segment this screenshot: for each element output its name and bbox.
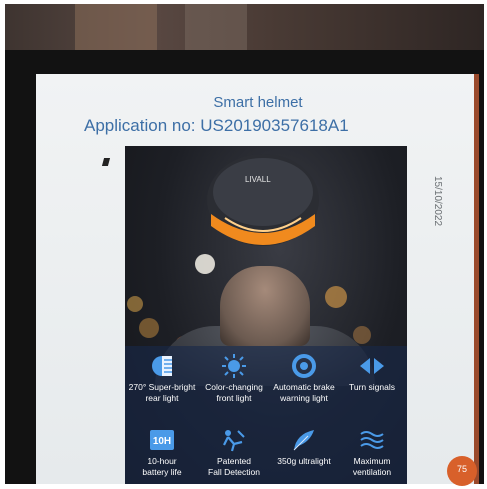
feature-panel: 270° Super-bright rear light Color-changi…: [125, 346, 407, 484]
sun-icon: [222, 354, 246, 378]
helmet-brand: LIVALL: [245, 175, 271, 184]
half-circle-light-icon: [152, 356, 172, 376]
product-image: LIVALL 270° Super-bright rear light Colo…: [125, 146, 407, 484]
10h-battery-icon: 10H: [150, 430, 174, 450]
feather-icon: [293, 430, 314, 451]
double-arrow-icon: [360, 358, 384, 374]
brake-ring-icon: [292, 354, 316, 378]
helmet-graphic: LIVALL: [207, 154, 319, 246]
page-number-badge: 75: [447, 456, 477, 486]
feature-item: Maximum ventilation: [337, 428, 407, 478]
screen-edge: [474, 74, 479, 484]
feature-item: 270° Super-bright rear light: [127, 354, 197, 404]
feature-item: Color-changing front light: [199, 354, 269, 404]
feature-item: 10H 10-hour battery life: [127, 428, 197, 478]
bokeh-light: [139, 318, 159, 338]
wall-panel: [185, 4, 247, 50]
application-number: Application no: US20190357618A1: [84, 116, 349, 135]
fall-detection-icon: [223, 430, 245, 452]
bokeh-light: [127, 296, 143, 312]
feature-item: Patented Fall Detection: [199, 428, 269, 478]
wall-panel: [75, 4, 157, 50]
slide-date: 15/10/2022: [432, 176, 443, 227]
feature-item: 350g ultralight: [269, 428, 339, 467]
bokeh-light: [325, 286, 347, 308]
wind-waves-icon: [360, 431, 384, 449]
svg-text:10H: 10H: [153, 436, 171, 447]
background-wall: [5, 4, 484, 54]
slide-title: Smart helmet: [213, 94, 303, 111]
feature-item: Automatic brake warning light: [269, 354, 339, 404]
feature-item: Turn signals: [337, 354, 407, 393]
rider-head: [220, 266, 310, 346]
